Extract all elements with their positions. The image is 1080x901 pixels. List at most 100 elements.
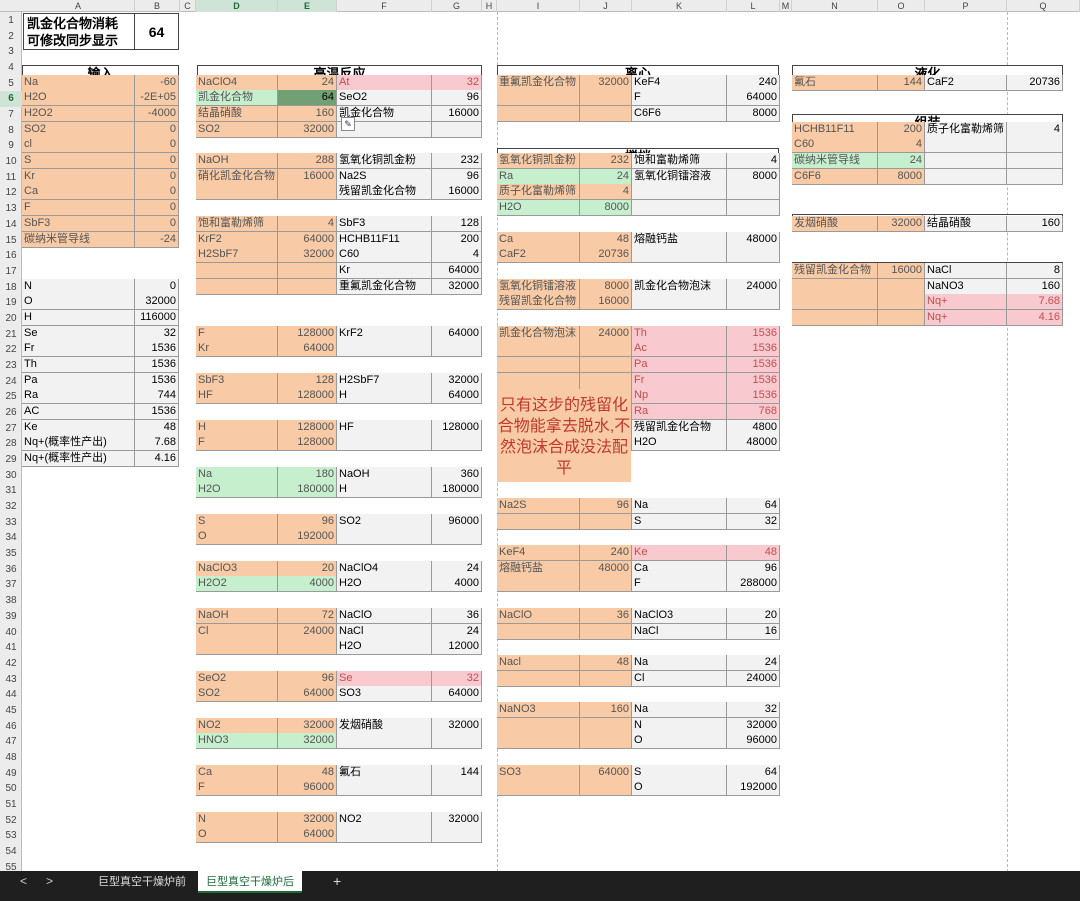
chem-reactant-qty-cell[interactable]: 32000 [278,247,337,264]
dehydrate-reactant-qty-cell[interactable] [878,310,925,327]
chem-product-qty-cell[interactable]: 144 [432,765,482,782]
chem-product-cell[interactable] [337,827,432,844]
input-name-cell[interactable]: F [22,200,135,217]
centrifuge-product-qty-cell[interactable]: 64000 [727,90,780,107]
chem-reactant-qty-cell[interactable]: 180000 [278,482,337,499]
row-header-18[interactable]: 18 [0,280,22,296]
vacuum-product-cell[interactable]: 残留凯金化合物 [632,420,727,437]
high-temp-reactant-cell[interactable]: NaClO4 [196,75,278,92]
electrolysis-product-cell[interactable]: F [632,576,727,593]
dehydrate-reactant-cell[interactable] [792,279,878,296]
input-name-cell[interactable]: Ca [22,184,135,201]
chem-reactant-cell[interactable]: SeO2 [196,671,278,688]
column-header-I[interactable]: I [497,0,580,12]
centrifuge-reactant-cell[interactable]: 重氟凯金化合物 [497,75,580,92]
chem-product-qty-cell[interactable]: 128 [432,216,482,233]
vacuum-reactant-cell[interactable] [497,341,580,358]
chem-product-cell[interactable]: NaClO [337,608,432,625]
electrolysis-reactant-qty-cell[interactable]: 160 [580,702,632,719]
vacuum-reactant-cell[interactable] [497,373,580,390]
chem-product-cell[interactable]: HCHB11F11 [337,232,432,249]
output-name-cell[interactable]: N [22,279,135,296]
row-header-10[interactable]: 10 [0,154,22,170]
chem-product-qty-cell[interactable]: 4 [432,247,482,264]
chem-product-cell[interactable]: NaClO4 [337,561,432,578]
high-temp-reactant-qty-cell[interactable]: 24 [278,75,337,92]
chem-product-qty-cell[interactable]: 4000 [432,576,482,593]
electrolysis-reactant-cell[interactable]: SO3 [497,765,580,782]
output-name-cell[interactable]: Se [22,326,135,343]
output-value-cell[interactable]: 116000 [135,310,179,327]
stir-product-cell[interactable]: 凯金化合物泡沫 [632,279,727,296]
chem-product-cell[interactable]: H2SbF7 [337,373,432,390]
stir-reactant-qty-cell[interactable]: 4 [580,184,632,201]
electrolysis-product-cell[interactable]: Na [632,702,727,719]
liquefy-product-qty-cell[interactable]: 20736 [1007,75,1063,92]
row-header-25[interactable]: 25 [0,389,22,405]
tab-before-dryer[interactable]: 巨型真空干燥炉前 [90,871,194,893]
output-value-cell[interactable]: 7.68 [135,435,179,452]
chem-product-qty-cell[interactable] [432,733,482,750]
chem-product-qty-cell[interactable]: 360 [432,467,482,484]
chem-reactant-qty-cell[interactable]: 180 [278,467,337,484]
chem-reactant-qty-cell[interactable]: 32000 [278,812,337,829]
consumption-label-cell[interactable]: 凯金化合物消耗 可修改同步显示 [23,13,135,50]
chem-reactant-cell[interactable]: NaOH [196,608,278,625]
row-header-19[interactable]: 19 [0,295,22,311]
row-header-40[interactable]: 40 [0,625,22,641]
electrolysis-product-qty-cell[interactable]: 32000 [727,718,780,735]
row-header-27[interactable]: 27 [0,421,22,437]
row-header-50[interactable]: 50 [0,781,22,797]
electrolysis-product-qty-cell[interactable]: 64 [727,765,780,782]
electrolysis-reactant-cell[interactable] [497,624,580,641]
centrifuge-product-cell[interactable]: KeF4 [632,75,727,92]
electrolysis-reactant-qty-cell[interactable]: 64000 [580,765,632,782]
high-temp-reactant-cell[interactable]: 凯金化合物 [196,90,278,107]
row-header-37[interactable]: 37 [0,577,22,593]
chem-reactant-qty-cell[interactable]: 96 [278,671,337,688]
chem-product-cell[interactable]: H2O [337,576,432,593]
electrolysis-product-qty-cell[interactable]: 32 [727,702,780,719]
liquefy-product-cell[interactable]: CaF2 [925,75,1007,92]
stir-reactant-cell[interactable]: CaF2 [497,247,580,264]
output-name-cell[interactable]: O [22,294,135,311]
assemble-product-cell[interactable] [925,169,1007,186]
row-header-51[interactable]: 51 [0,797,22,813]
stir-product-cell[interactable]: 饱和富勒烯筛 [632,153,727,170]
row-header-17[interactable]: 17 [0,264,22,280]
chem-product-cell[interactable]: Na2S [337,169,432,186]
chem-product-cell[interactable]: SbF3 [337,216,432,233]
row-header-41[interactable]: 41 [0,640,22,656]
electrolysis-reactant-cell[interactable]: KeF4 [497,545,580,562]
column-header-Q[interactable]: Q [1007,0,1080,12]
electrolysis-product-qty-cell[interactable]: 96 [727,561,780,578]
chem-product-qty-cell[interactable] [432,827,482,844]
output-value-cell[interactable]: 48 [135,420,179,437]
chem-reactant-cell[interactable]: O [196,827,278,844]
row-header-7[interactable]: 7 [0,107,22,123]
row-header-4[interactable]: 4 [0,60,22,76]
chem-reactant-cell[interactable]: F [196,435,278,452]
liquefy-reactant-qty-cell[interactable]: 144 [878,75,925,92]
vacuum-product-cell[interactable]: Ac [632,341,727,358]
input-value-cell[interactable]: 0 [135,153,179,170]
chem-product-qty-cell[interactable]: 36 [432,608,482,625]
electrolysis-reactant-qty-cell[interactable] [580,576,632,593]
electrolysis-reactant-cell[interactable]: 熔融钙盐 [497,561,580,578]
dehydrate-product-cell[interactable]: Nq+ [925,310,1007,327]
input-name-cell[interactable]: 碳纳米管导线 [22,232,135,249]
chem-product-qty-cell[interactable]: 64000 [432,326,482,343]
output-value-cell[interactable]: 32 [135,326,179,343]
chem-reactant-qty-cell[interactable]: 32000 [278,733,337,750]
output-name-cell[interactable]: Ke [22,420,135,437]
chem-product-cell[interactable]: HF [337,420,432,437]
electrolysis-product-cell[interactable]: Ke [632,545,727,562]
chem-product-cell[interactable] [337,341,432,358]
chem-product-cell[interactable]: NaOH [337,467,432,484]
vacuum-product-qty-cell[interactable]: 48000 [727,435,780,452]
output-value-cell[interactable]: 32000 [135,294,179,311]
assemble-product-cell[interactable] [925,153,1007,170]
electrolysis-reactant-qty-cell[interactable] [580,624,632,641]
assemble-reactant-cell[interactable]: 碳纳米管导线 [792,153,878,170]
stir-product-qty-cell[interactable] [727,247,780,264]
